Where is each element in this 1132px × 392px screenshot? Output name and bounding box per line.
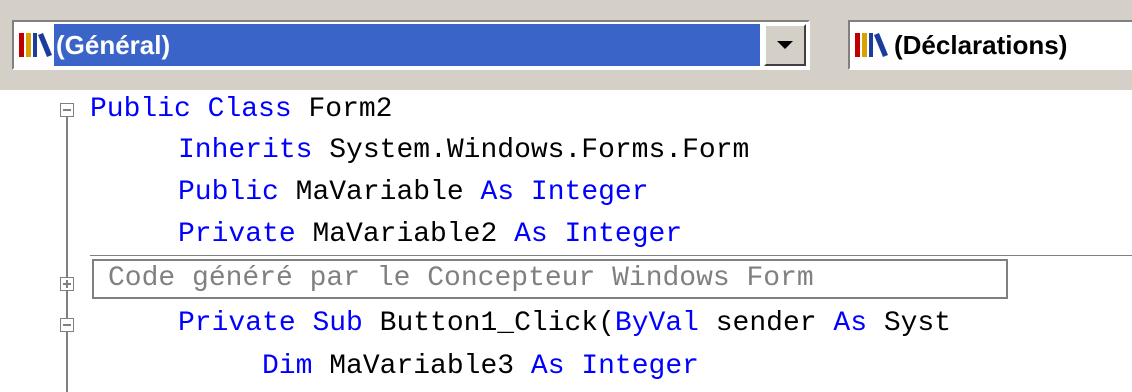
code-line[interactable]: Private MaVariable2 As Integer xyxy=(178,215,682,255)
procedure-separator xyxy=(90,255,1132,256)
object-combo-field[interactable]: (Général) xyxy=(16,24,760,66)
identifier: MaVariable xyxy=(295,177,464,208)
identifier: MaVariable3 xyxy=(329,351,515,382)
collapsed-region-label: Code généré par le Concepteur Windows Fo… xyxy=(108,263,814,294)
object-combo-dropdown-button[interactable] xyxy=(764,24,806,66)
code-line[interactable]: Public MaVariable As Integer xyxy=(178,173,649,213)
keyword: Public xyxy=(90,94,191,125)
object-combo[interactable]: (Général) xyxy=(12,20,810,70)
procedure-combo-field[interactable]: (Déclarations) xyxy=(852,24,1132,66)
keyword: Private xyxy=(178,308,296,339)
collapse-icon[interactable] xyxy=(60,103,74,117)
keyword: Dim xyxy=(262,351,313,382)
object-combo-value: (Général) xyxy=(54,24,760,66)
identifier: Form2 xyxy=(308,94,393,125)
code-line[interactable]: Private Sub Button1_Click(ByVal sender A… xyxy=(178,304,951,344)
keyword: As xyxy=(514,219,548,250)
keyword: Public xyxy=(178,177,279,208)
keyword: Sub xyxy=(312,308,363,339)
outline-guide-line xyxy=(66,111,68,392)
keyword: Class xyxy=(207,94,292,125)
library-icon xyxy=(855,33,888,57)
keyword: As xyxy=(530,351,565,382)
keyword: Inherits xyxy=(178,135,313,166)
identifier: System.Windows.Forms.Form xyxy=(329,135,750,166)
code-editor-toolbar: (Général) (Déclarations) xyxy=(0,0,1132,90)
keyword: As xyxy=(480,177,515,208)
identifier: sender xyxy=(715,308,817,339)
keyword: As xyxy=(833,308,867,339)
procedure-combo[interactable]: (Déclarations) xyxy=(848,20,1132,70)
identifier: Button1_Click( xyxy=(379,308,615,339)
keyword: Integer xyxy=(581,351,699,382)
keyword: Integer xyxy=(564,219,683,250)
identifier: Syst xyxy=(883,308,952,339)
code-line[interactable]: Dim MaVariable3 As Integer xyxy=(262,347,699,387)
code-line[interactable]: Public Class Form2 xyxy=(90,90,392,130)
keyword: Private xyxy=(178,219,296,250)
expand-icon[interactable] xyxy=(60,277,74,291)
chevron-down-icon xyxy=(777,41,793,49)
library-icon xyxy=(19,33,52,57)
code-editor[interactable]: Public Class Form2 Inherits System.Windo… xyxy=(0,90,1132,392)
collapsed-region[interactable]: Code généré par le Concepteur Windows Fo… xyxy=(92,259,1008,299)
identifier: MaVariable2 xyxy=(312,219,498,250)
procedure-combo-value: (Déclarations) xyxy=(894,29,1068,60)
collapse-icon[interactable] xyxy=(60,318,74,332)
keyword: Integer xyxy=(530,177,649,208)
code-line[interactable]: Inherits System.Windows.Forms.Form xyxy=(178,131,749,171)
keyword: ByVal xyxy=(614,308,699,339)
